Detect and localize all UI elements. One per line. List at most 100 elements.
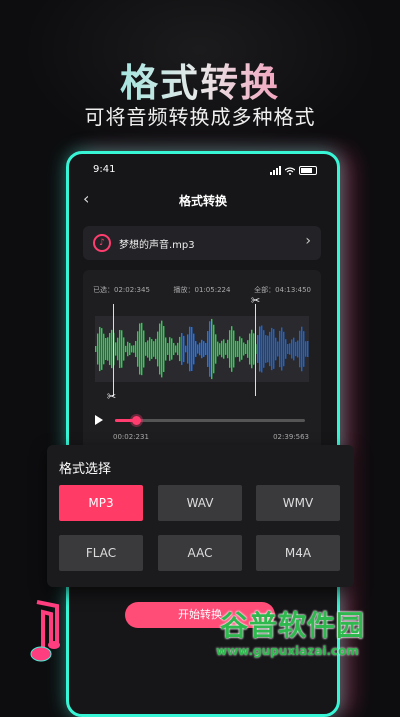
waveform-bar: [197, 344, 199, 354]
waveform-area[interactable]: ✂ ✂: [95, 294, 309, 403]
waveform-bar: [203, 341, 205, 357]
cut-line-start[interactable]: [113, 304, 114, 396]
hero-title: 格式转换: [0, 52, 400, 107]
waveform-bar: [305, 341, 307, 357]
waveform-bar: [159, 323, 161, 375]
waveform-bar: [269, 331, 271, 367]
waveform-bar: [215, 334, 217, 364]
total-time: 全部：04:13:450: [254, 286, 311, 294]
waveform-bar: [169, 337, 171, 361]
waveform-bar: [217, 341, 219, 357]
waveform-bar: [209, 321, 211, 377]
music-disc-icon: ♪: [93, 234, 111, 252]
waveform-bar: [151, 339, 153, 359]
waveform-info: 已选：02:02:345 播放：01:05:224 全部：04:13:450: [93, 285, 311, 295]
format-option-wav[interactable]: WAV: [158, 485, 242, 521]
watermark: 谷普软件园 www.gupuxiazai.com: [212, 604, 400, 666]
waveform-bar: [303, 331, 305, 367]
waveform-bar: [277, 341, 279, 357]
waveform-bar: [181, 333, 183, 365]
format-option-m4a[interactable]: M4A: [256, 535, 340, 571]
waveform-bar: [121, 330, 123, 368]
waveform-bar: [205, 342, 207, 356]
file-name: 梦想的声音.mp3: [119, 240, 195, 251]
waveform-bar: [281, 327, 283, 371]
waveform-bar: [275, 337, 277, 361]
format-option-flac[interactable]: FLAC: [59, 535, 143, 571]
waveform-bar: [201, 339, 203, 359]
waveform-bar: [285, 339, 287, 359]
waveform-bar: [153, 341, 155, 357]
waveform-bar: [231, 326, 233, 372]
waveform-bar: [107, 337, 109, 361]
format-option-mp3[interactable]: MP3: [59, 485, 143, 521]
waveform-bar: [239, 336, 241, 362]
waveform-bar: [283, 331, 285, 367]
battery-icon: [299, 166, 317, 175]
scissors-icon[interactable]: ✂: [107, 390, 116, 403]
waveform-bar: [243, 342, 245, 356]
waveform-bar: [297, 340, 299, 358]
waveform-bar: [191, 327, 193, 371]
waveform-bar: [237, 341, 239, 357]
waveform-bar: [279, 330, 281, 368]
scissors-icon[interactable]: ✂: [251, 294, 260, 307]
waveform-bar: [109, 332, 111, 366]
sheet-title: 格式选择: [59, 462, 112, 477]
waveform-bar: [271, 327, 273, 371]
waveform-bar: [289, 343, 291, 355]
waveform-bar: [173, 342, 175, 356]
cut-line-end[interactable]: [255, 304, 256, 396]
waveform-bar: [185, 345, 187, 353]
waveform-bar: [137, 331, 139, 367]
waveform-bar: [125, 345, 127, 353]
waveform-bar: [157, 331, 159, 367]
waveform-bar: [207, 331, 209, 367]
hero-subtitle: 可将音频转换成多种格式: [84, 105, 316, 129]
waveform-bar: [161, 320, 163, 378]
playing-time: 播放：01:05:224: [173, 286, 231, 294]
waveform-bar: [119, 329, 121, 369]
watermark-title: 谷普软件园: [220, 609, 366, 642]
waveform-bar: [143, 330, 145, 368]
waveform-bar: [189, 326, 191, 372]
waveform-bar: [165, 337, 167, 361]
selected-time: 已选：02:02:345: [93, 286, 150, 294]
waveform-bar: [293, 337, 295, 361]
waveform-graph: [95, 318, 309, 380]
waveform-bar: [247, 340, 249, 358]
waveform-bar: [147, 340, 149, 358]
waveform-bar: [127, 341, 129, 357]
status-time: 9:41: [93, 164, 116, 175]
nav-title: 格式转换: [178, 194, 227, 208]
progress-knob[interactable]: [131, 416, 141, 425]
waveform-bar: [155, 338, 157, 360]
waveform-bar: [139, 323, 141, 375]
waveform-bar: [103, 333, 105, 365]
waveform-bar: [307, 340, 309, 358]
waveform-bar: [273, 329, 275, 369]
waveform-bar: [263, 330, 265, 368]
waveform-bar: [95, 346, 97, 352]
waveform-bar: [261, 325, 263, 373]
waveform-bar: [195, 341, 197, 357]
progress-track[interactable]: [115, 416, 305, 425]
waveform-bar: [241, 338, 243, 360]
waveform-bar: [227, 339, 229, 359]
waveform-bar: [235, 340, 237, 358]
status-icons: [270, 166, 317, 175]
waveform-bar: [221, 340, 223, 358]
waveform-bar: [213, 324, 215, 374]
status-bar: 9:41: [69, 164, 337, 180]
waveform-bar: [225, 343, 227, 355]
waveform-bar: [245, 344, 247, 354]
waveform-bar: [291, 339, 293, 359]
format-option-aac[interactable]: AAC: [158, 535, 242, 571]
format-option-wmv[interactable]: WMV: [256, 485, 340, 521]
waveform-bar: [187, 334, 189, 364]
play-button[interactable]: [95, 415, 103, 425]
waveform-bar: [129, 342, 131, 356]
waveform-bar: [199, 342, 201, 356]
waveform-bar: [97, 333, 99, 365]
file-card[interactable]: ♪ 梦想的声音.mp3 ›: [83, 226, 321, 260]
